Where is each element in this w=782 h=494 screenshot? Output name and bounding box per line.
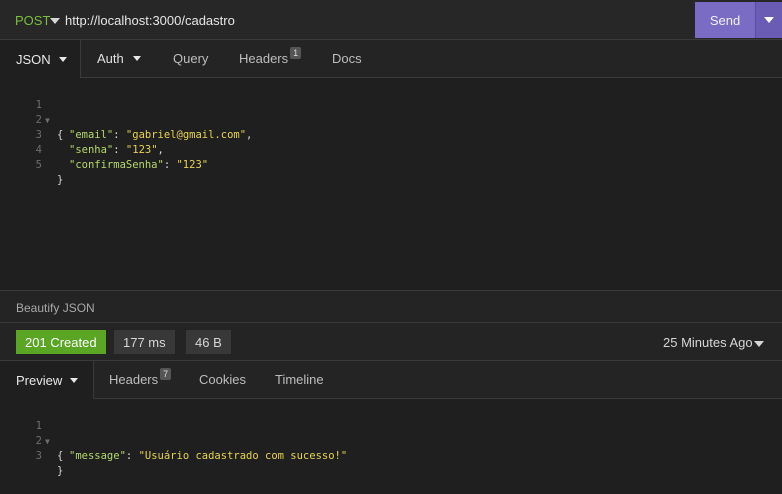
fold-arrow-icon[interactable]: ▼ bbox=[45, 113, 50, 128]
tab-label: Cookies bbox=[199, 372, 246, 387]
request-tabs: JSON Auth Query Headers 1 Docs bbox=[0, 40, 782, 78]
code-text: "confirmaSenha": "123" bbox=[69, 159, 209, 171]
send-options-button[interactable] bbox=[755, 2, 782, 38]
chevron-down-icon[interactable] bbox=[754, 341, 764, 347]
tab-headers[interactable]: Headers 1 bbox=[239, 40, 302, 77]
tab-label: Docs bbox=[332, 51, 362, 66]
line-number: 1 bbox=[35, 420, 42, 432]
json-punct: , bbox=[157, 144, 164, 156]
fold-arrow-icon[interactable]: ▼ bbox=[45, 434, 50, 449]
tab-cookies[interactable]: Cookies bbox=[199, 361, 246, 398]
tab-docs[interactable]: Docs bbox=[332, 40, 362, 77]
json-value: "123" bbox=[125, 144, 158, 156]
tab-label: Timeline bbox=[275, 372, 324, 387]
beautify-bar: Beautify JSON bbox=[0, 290, 782, 323]
line-number: 4 bbox=[35, 144, 42, 156]
line-number: 3 bbox=[35, 450, 42, 462]
code-text: } bbox=[57, 465, 64, 477]
response-size-badge: 46 B bbox=[186, 330, 231, 354]
tab-label: Preview bbox=[16, 372, 63, 388]
code-line: 1 ▼ { bbox=[0, 404, 64, 462]
status-badge: 201 Created bbox=[16, 330, 106, 354]
method-selector[interactable]: POST bbox=[15, 13, 50, 28]
code-line: 1 ▼ { bbox=[0, 83, 64, 141]
chevron-down-icon[interactable] bbox=[50, 18, 60, 24]
beautify-json-button[interactable]: Beautify JSON bbox=[16, 301, 95, 315]
chevron-down-icon bbox=[70, 377, 79, 383]
tab-query[interactable]: Query bbox=[173, 40, 208, 77]
send-button[interactable]: Send bbox=[695, 2, 755, 38]
code-line: 4 "confirmaSenha": "123" bbox=[0, 128, 208, 171]
json-punct: , bbox=[246, 129, 253, 141]
tab-label: Auth bbox=[97, 51, 124, 66]
tab-label: Headers bbox=[239, 51, 289, 66]
code-text: "senha": "123", bbox=[69, 144, 164, 156]
json-value: "123" bbox=[176, 159, 209, 171]
divider bbox=[93, 361, 94, 399]
json-key: "email" bbox=[69, 129, 114, 141]
line-number: 2 bbox=[35, 435, 42, 447]
code-text: "email": "gabriel@gmail.com", bbox=[69, 129, 253, 141]
tab-json[interactable]: JSON bbox=[0, 40, 80, 78]
json-key: "message" bbox=[69, 450, 126, 462]
code-line: 2 "message": "Usuário cadastrado com suc… bbox=[0, 419, 348, 462]
line-number: 2 bbox=[35, 114, 42, 126]
code-text: { bbox=[57, 450, 64, 462]
response-tabs: Preview Headers 7 Cookies Timeline bbox=[0, 361, 782, 399]
chevron-down-icon bbox=[132, 56, 141, 61]
tab-label: JSON bbox=[16, 51, 51, 67]
tab-auth[interactable]: Auth bbox=[97, 40, 141, 77]
headers-count-badge: 1 bbox=[290, 46, 302, 59]
tab-label: Query bbox=[173, 51, 209, 66]
code-line: 5 } bbox=[0, 143, 64, 186]
url-bar: POST http://localhost:3000/cadastro Send bbox=[0, 0, 782, 40]
response-status-bar: 201 Created 177 ms 46 B 25 Minutes Ago bbox=[0, 323, 782, 361]
chevron-down-icon bbox=[58, 56, 67, 62]
json-key: "confirmaSenha" bbox=[69, 159, 164, 171]
code-text: "message": "Usuário cadastrado com suces… bbox=[69, 450, 348, 462]
code-line: 3 } bbox=[0, 434, 64, 477]
line-number: 3 bbox=[35, 129, 42, 141]
tab-timeline[interactable]: Timeline bbox=[275, 361, 324, 398]
json-key: "senha" bbox=[69, 144, 114, 156]
url-input[interactable]: http://localhost:3000/cadastro bbox=[65, 13, 235, 28]
line-number: 1 bbox=[35, 99, 42, 111]
code-text: } bbox=[57, 174, 64, 186]
tab-response-headers[interactable]: Headers 7 bbox=[109, 361, 172, 398]
code-text: { bbox=[57, 129, 64, 141]
response-time-badge: 177 ms bbox=[114, 330, 175, 354]
json-value: "Usuário cadastrado com sucesso!" bbox=[138, 450, 348, 462]
tab-label: Headers bbox=[109, 372, 159, 387]
code-line: 2 "email": "gabriel@gmail.com", bbox=[0, 98, 253, 141]
history-dropdown[interactable]: 25 Minutes Ago bbox=[663, 335, 753, 350]
tab-preview[interactable]: Preview bbox=[0, 361, 93, 399]
headers-count-badge: 7 bbox=[160, 367, 172, 380]
chevron-down-icon bbox=[764, 17, 774, 23]
divider bbox=[80, 40, 81, 78]
line-number: 5 bbox=[35, 159, 42, 171]
json-value: "gabriel@gmail.com" bbox=[125, 129, 247, 141]
code-line: 3 "senha": "123", bbox=[0, 113, 164, 156]
